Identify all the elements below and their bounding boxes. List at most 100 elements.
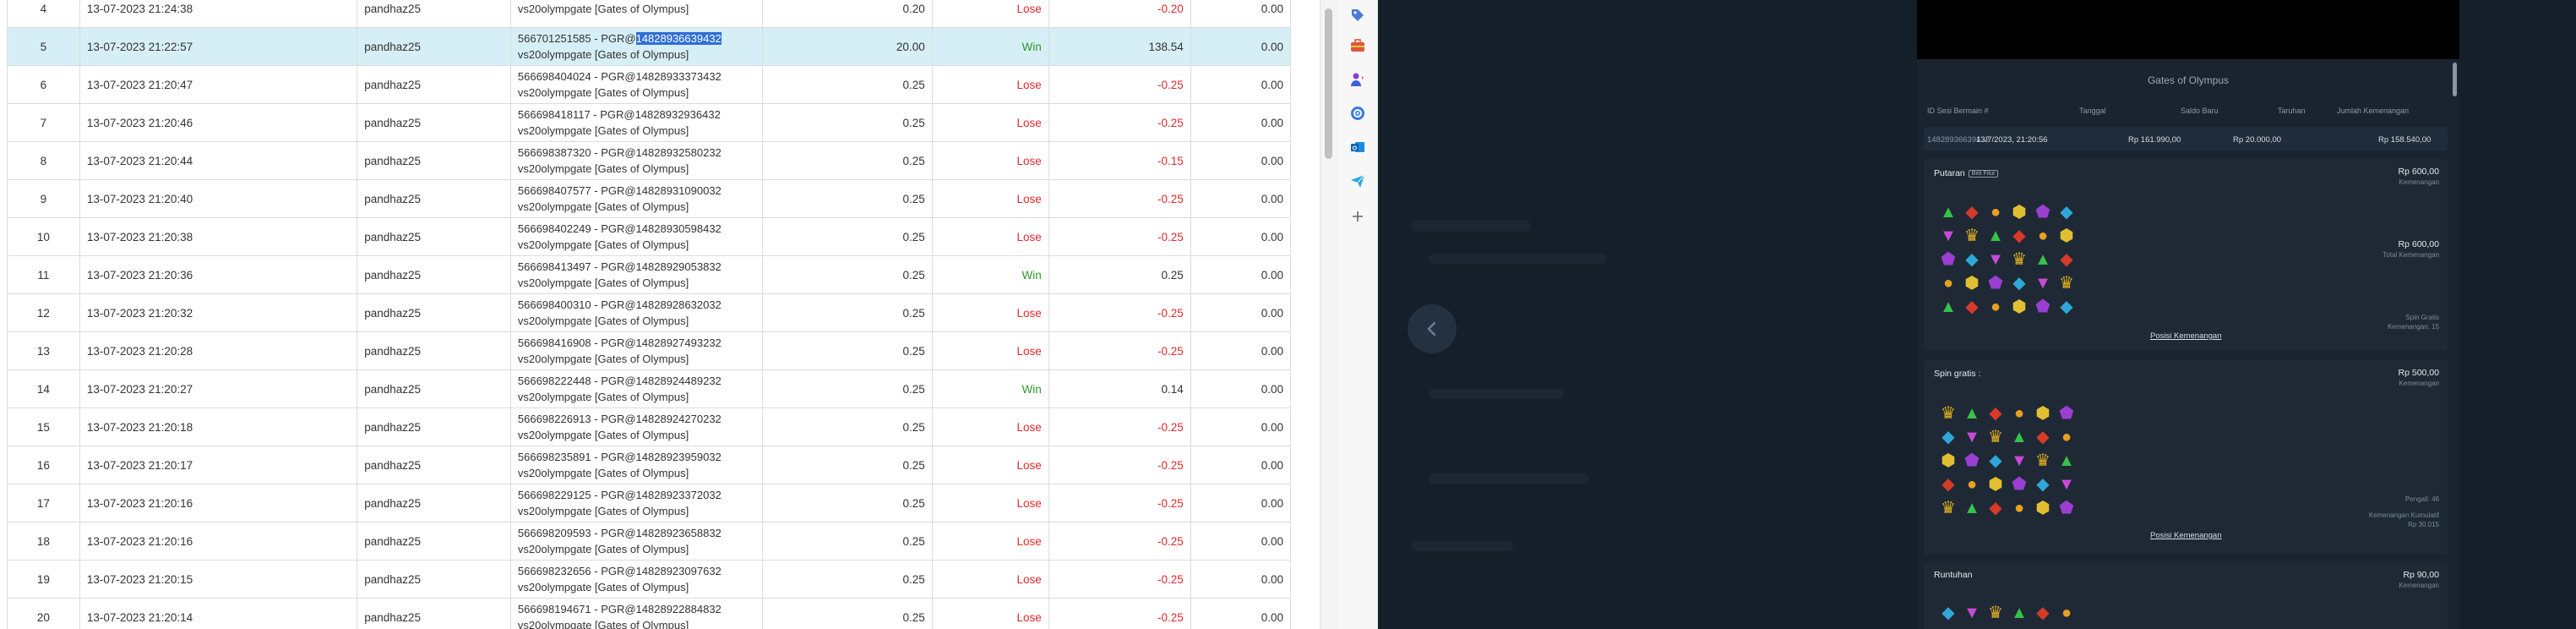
row-winloss: -0.25 [1048,217,1191,256]
row-number: 5 [7,27,80,66]
row-winloss: -0.25 [1048,65,1191,104]
table-row[interactable]: 8 13-07-2023 21:20:44 pandhaz25 56669838732… [7,141,1292,180]
row-date: 13-07-2023 21:20:16 [79,522,358,561]
winning-positions-link[interactable]: Posisi Kemenangan [2150,331,2222,341]
send-icon[interactable] [1349,172,1366,189]
row-bet-info: vs20olympgate [Gates of Olympus] [509,0,764,28]
row-winloss: -0.25 [1048,522,1191,561]
row-stake: 0.25 [762,293,933,332]
table-row[interactable]: 5 13-07-2023 21:22:57 pandhaz25 56670125158… [7,27,1292,66]
row-result: Lose [931,598,1049,629]
row-result: Lose [931,331,1049,370]
tumble-title: Runtuhan [1934,570,1973,580]
reel-symbol: ⬟ [1988,274,2003,293]
header-bet: Taruhan [2278,107,2306,115]
row-number: 19 [7,560,80,599]
row-stake: 0.25 [762,255,933,294]
row-winloss: -0.25 [1048,407,1191,446]
game-name: vs20olympgate [Gates of Olympus] [517,581,689,593]
reel-symbol: ⬟ [2035,203,2050,222]
table-row[interactable]: 6 13-07-2023 21:20:47 pandhaz25 56669840402… [7,65,1292,104]
table-row[interactable]: 16 13-07-2023 21:20:17 pandhaz25 5666982358… [7,446,1292,484]
table-row[interactable]: 10 13-07-2023 21:20:38 pandhaz25 5666984022… [7,217,1292,256]
free-spin-amount: Rp 500,00 [2398,368,2439,378]
summary-win-total: Rp 158.540,00 [2378,135,2432,145]
table-row[interactable]: 13 13-07-2023 21:20:28 pandhaz25 5666984169… [7,331,1292,370]
table-row[interactable]: 19 13-07-2023 21:20:15 pandhaz25 5666982326… [7,560,1292,599]
row-number: 12 [7,293,80,332]
free-spin-winning-positions-link[interactable]: Posisi Kemenangan [2150,531,2222,540]
reel-symbol: ▼ [2058,475,2075,494]
row-bet-info: 566698226913 - PGR@14828924270232 vs20oly… [509,407,764,446]
row-username: pandhaz25 [357,446,511,484]
row-username: pandhaz25 [357,598,511,629]
panel-top-bar [1917,0,2459,59]
toolbox-icon[interactable] [1349,37,1366,54]
table-row[interactable]: 20 13-07-2023 21:20:14 pandhaz25 5666981946… [7,598,1292,629]
reel-symbol: ◆ [2036,475,2050,494]
gear-circle-icon[interactable] [1349,105,1366,122]
row-number: 15 [7,407,80,446]
bet-id: 566698418117 - PGR@14828932936432 [517,108,721,121]
tag-icon[interactable] [1349,7,1366,24]
plus-icon[interactable] [1349,208,1366,225]
outlook-icon[interactable]: O [1349,139,1366,156]
row-winloss: -0.15 [1048,141,1191,180]
game-name: vs20olympgate [Gates of Olympus] [517,200,689,213]
bet-id: 566698413497 - PGR@14828929053832 [517,260,722,273]
table-row[interactable]: 18 13-07-2023 21:20:16 pandhaz25 5666982095… [7,522,1292,561]
row-username: pandhaz25 [357,179,511,218]
row-stake: 0.25 [762,598,933,629]
spin-total-label: Total Kemenangan [2383,251,2439,259]
bet-id: 566698235891 - PGR@14828923959032 [517,451,722,463]
panel-scrollbar-thumb[interactable] [2453,63,2457,96]
reel-symbol: ⬟ [2035,298,2050,316]
row-number: 10 [7,217,80,256]
game-name: vs20olympgate [Gates of Olympus] [517,314,689,327]
user-chess-icon[interactable] [1349,71,1366,88]
reel-symbol: ⬟ [2059,499,2074,517]
row-number: 11 [7,255,80,294]
row-result: Lose [931,179,1049,218]
panel-scrollbar[interactable] [2453,61,2458,629]
bet-id: 566698387320 - PGR@14828932580232 [517,146,722,159]
bet-id: 566698404024 - PGR@14828933373432 [517,70,722,83]
table-row[interactable]: 17 13-07-2023 21:20:16 pandhaz25 5666982291… [7,484,1292,522]
row-balance: 0.00 [1190,407,1292,446]
tumble-reel-grid: ◆ ▼ ♛ ▲ ◆ ● [1939,604,2076,622]
table-row[interactable]: 14 13-07-2023 21:20:27 pandhaz25 5666982224… [7,369,1292,408]
row-result: Lose [931,103,1049,142]
back-arrow-button[interactable] [1408,304,1457,353]
reel-symbol: ⬟ [1941,250,1956,269]
reel-symbol: ▼ [1987,250,2004,269]
reel-symbol: ◆ [1942,604,1955,622]
table-row[interactable]: 12 13-07-2023 21:20:32 pandhaz25 5666984003… [7,293,1292,332]
table-row[interactable]: 15 13-07-2023 21:20:18 pandhaz25 5666982269… [7,407,1292,446]
row-username: pandhaz25 [357,27,511,66]
bet-id-prefix: 566701251585 - PGR@ [517,32,636,45]
header-new-balance: Saldo Baru [2181,107,2219,115]
row-winloss: -0.25 [1048,560,1191,599]
table-row[interactable]: 11 13-07-2023 21:20:36 pandhaz25 5666984134… [7,255,1292,294]
table-row[interactable]: 4 13-07-2023 21:24:38 pandhaz25 vs20olympga… [7,0,1292,28]
game-name: vs20olympgate [Gates of Olympus] [517,124,689,137]
row-username: pandhaz25 [357,141,511,180]
row-balance: 0.00 [1190,598,1292,629]
row-date: 13-07-2023 21:24:38 [79,0,358,28]
table-scrollbar-thumb[interactable] [1325,8,1332,159]
table-row[interactable]: 9 13-07-2023 21:20:40 pandhaz25 56669840757… [7,179,1292,218]
row-stake: 0.25 [762,522,933,561]
row-balance: 0.00 [1190,369,1292,408]
row-date: 13-07-2023 21:20:46 [79,103,358,142]
bet-id: 566698194671 - PGR@14828922884832 [517,603,722,615]
game-name: vs20olympgate [Gates of Olympus] [517,238,689,251]
table-scrollbar[interactable] [1320,0,1339,629]
reel-symbol: ⬟ [2012,475,2027,494]
bet-id: 566698222448 - PGR@14828924489232 [517,375,722,387]
table-row[interactable]: 7 13-07-2023 21:20:46 pandhaz25 56669841811… [7,103,1292,142]
row-stake: 20.00 [762,27,933,66]
tumble-amount: Rp 90,00 [2403,570,2439,580]
row-number: 13 [7,331,80,370]
row-balance: 0.00 [1190,446,1292,484]
game-name: vs20olympgate [Gates of Olympus] [517,162,689,175]
